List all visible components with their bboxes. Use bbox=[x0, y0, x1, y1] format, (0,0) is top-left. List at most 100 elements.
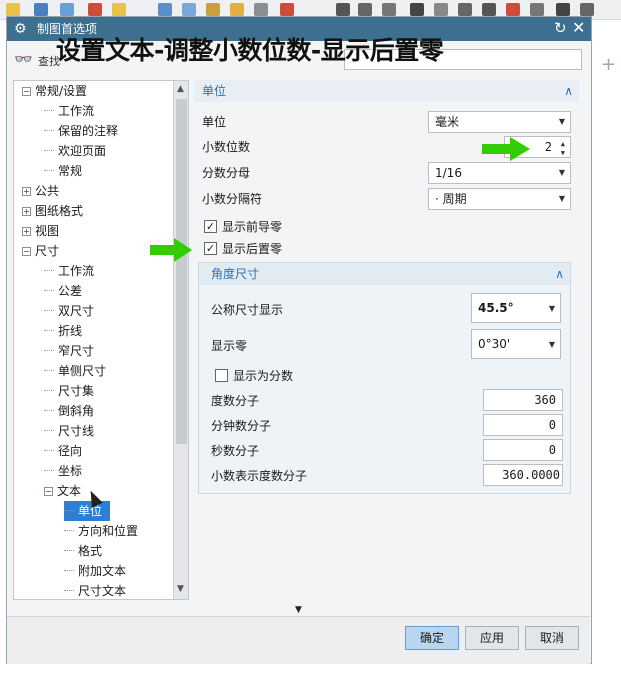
add-icon[interactable]: + bbox=[601, 54, 616, 75]
toolbar-icon[interactable] bbox=[206, 3, 220, 16]
tree-item-label: 尺寸线 bbox=[58, 424, 95, 438]
tree-item[interactable]: − 尺寸 bbox=[22, 241, 59, 261]
chevron-up-icon[interactable]: ∧ bbox=[555, 263, 564, 285]
units-section-header[interactable]: 单位 ∧ bbox=[194, 80, 579, 102]
tree-item[interactable]: 尺寸线 bbox=[44, 421, 94, 441]
toolbar-icon[interactable] bbox=[410, 3, 424, 16]
tree-item[interactable]: 尺寸集 bbox=[44, 381, 94, 401]
tree-item[interactable]: 常规 bbox=[44, 161, 82, 181]
toolbar-icon[interactable] bbox=[458, 3, 472, 16]
decimal-separator-select[interactable]: · 周期 ▼ bbox=[428, 188, 571, 210]
tree-scrollbar[interactable]: ▲ ▼ bbox=[173, 81, 188, 599]
show-zeros-select[interactable]: 0°30' ▼ bbox=[471, 329, 561, 359]
collapse-icon[interactable]: − bbox=[22, 247, 31, 256]
close-icon[interactable]: ✕ bbox=[572, 19, 585, 37]
toolbar-icon[interactable] bbox=[482, 3, 496, 16]
tree-item[interactable]: 尺寸文本 bbox=[64, 581, 126, 599]
collapse-icon[interactable]: − bbox=[22, 87, 31, 96]
stepper-down-icon[interactable]: ▼ bbox=[561, 143, 565, 157]
toolbar-icon[interactable] bbox=[254, 3, 268, 16]
tree-item-label: 尺寸 bbox=[35, 244, 60, 258]
show-as-fraction-checkbox[interactable] bbox=[215, 369, 228, 382]
scroll-up-icon[interactable]: ▲ bbox=[177, 84, 184, 94]
minute-numerator-label: 分钟数分子 bbox=[211, 419, 272, 433]
toolbar-icon[interactable] bbox=[336, 3, 350, 16]
reset-icon[interactable]: ↻ bbox=[554, 20, 567, 37]
tree-item[interactable]: 欢迎页面 bbox=[44, 141, 106, 161]
fraction-denominator-select[interactable]: 1/16 ▼ bbox=[428, 162, 571, 184]
tree-item[interactable]: 单位 bbox=[64, 501, 111, 521]
tree-item[interactable]: − 常规/设置 bbox=[22, 81, 87, 101]
decimal-degree-numerator-label: 小数表示度数分子 bbox=[211, 469, 308, 483]
tree-item[interactable]: 方向和位置 bbox=[64, 521, 138, 541]
scroll-down-icon[interactable]: ▼ bbox=[177, 584, 184, 594]
tree-connector bbox=[44, 370, 54, 371]
second-numerator-input[interactable]: 0 bbox=[483, 439, 563, 461]
toolbar-icon[interactable] bbox=[506, 3, 520, 16]
angle-section-header[interactable]: 角度尺寸 ∧ bbox=[199, 263, 570, 285]
chevron-up-icon[interactable]: ∧ bbox=[564, 80, 573, 102]
tree-item-label: 双尺寸 bbox=[58, 304, 95, 318]
tree-item[interactable]: 窄尺寸 bbox=[44, 341, 94, 361]
toolbar-icon[interactable] bbox=[434, 3, 448, 16]
tree-item[interactable]: + 视图 bbox=[22, 221, 59, 241]
collapse-icon[interactable]: − bbox=[44, 487, 53, 496]
show-leading-zeros-checkbox[interactable]: ✓ bbox=[204, 220, 217, 233]
tree-item[interactable]: 工作流 bbox=[44, 261, 94, 281]
tree-item[interactable]: 坐标 bbox=[44, 461, 82, 481]
dropdown-arrow-icon: ▼ bbox=[558, 194, 565, 203]
toolbar-icon[interactable] bbox=[530, 3, 544, 16]
tree-item[interactable]: 保留的注释 bbox=[44, 121, 118, 141]
apply-button[interactable]: 应用 bbox=[465, 626, 519, 650]
expand-icon[interactable]: + bbox=[22, 227, 31, 236]
toolbar-icon[interactable] bbox=[112, 3, 126, 16]
toolbar-icon[interactable] bbox=[6, 3, 20, 16]
toolbar-icon[interactable] bbox=[580, 3, 594, 16]
degree-numerator-value: 360 bbox=[534, 393, 556, 407]
tree-connector bbox=[64, 590, 74, 591]
tree-item[interactable]: − 文本 bbox=[44, 481, 81, 501]
tree-item[interactable]: 径向 bbox=[44, 441, 82, 461]
toolbar-icon[interactable] bbox=[358, 3, 372, 16]
tree-connector bbox=[64, 550, 74, 551]
toolbar-icon[interactable] bbox=[182, 3, 196, 16]
tree-item-label: 公共 bbox=[35, 184, 60, 198]
toolbar-icon[interactable] bbox=[280, 3, 294, 16]
degree-numerator-input[interactable]: 360 bbox=[483, 389, 563, 411]
decimal-degree-numerator-input[interactable]: 360.0000 bbox=[483, 464, 563, 486]
tree-item[interactable]: + 公共 bbox=[22, 181, 59, 201]
minute-numerator-value: 0 bbox=[548, 418, 556, 432]
tree-item[interactable]: 公差 bbox=[44, 281, 82, 301]
tree-connector bbox=[44, 350, 54, 351]
toolbar-icon[interactable] bbox=[230, 3, 244, 16]
tree-item[interactable]: 附加文本 bbox=[64, 561, 126, 581]
tree-connector bbox=[64, 510, 74, 511]
tree-item[interactable]: 双尺寸 bbox=[44, 301, 94, 321]
minute-numerator-input[interactable]: 0 bbox=[483, 414, 563, 436]
toolbar-icon[interactable] bbox=[158, 3, 172, 16]
toolbar-icon[interactable] bbox=[88, 3, 102, 16]
tree-item[interactable]: + 图纸格式 bbox=[22, 201, 83, 221]
tree-item[interactable]: 工作流 bbox=[44, 101, 94, 121]
nominal-display-select[interactable]: 45.5° ▼ bbox=[471, 293, 561, 323]
second-numerator-label: 秒数分子 bbox=[211, 444, 260, 458]
tree-item[interactable]: 折线 bbox=[44, 321, 82, 341]
unit-select[interactable]: 毫米 ▼ bbox=[428, 111, 571, 133]
tree-item-label: 常规/设置 bbox=[35, 84, 88, 98]
tree-item[interactable]: 格式 bbox=[64, 541, 102, 561]
expand-icon[interactable]: + bbox=[22, 187, 31, 196]
toolbar-icon[interactable] bbox=[34, 3, 48, 16]
cancel-button[interactable]: 取消 bbox=[525, 626, 579, 650]
tree-item[interactable]: 单侧尺寸 bbox=[44, 361, 106, 381]
tree-item[interactable]: 倒斜角 bbox=[44, 401, 94, 421]
decimal-places-label: 小数位数 bbox=[202, 140, 251, 154]
ok-button[interactable]: 确定 bbox=[405, 626, 459, 650]
scrollbar-thumb[interactable] bbox=[176, 99, 187, 444]
show-trailing-zeros-checkbox[interactable]: ✓ bbox=[204, 242, 217, 255]
expand-icon[interactable]: + bbox=[22, 207, 31, 216]
expand-more-icon[interactable]: ▼ bbox=[295, 605, 302, 615]
toolbar-icon[interactable] bbox=[556, 3, 570, 16]
toolbar-icon[interactable] bbox=[382, 3, 396, 16]
dropdown-arrow-icon: ▼ bbox=[548, 304, 555, 313]
toolbar-icon[interactable] bbox=[60, 3, 74, 16]
